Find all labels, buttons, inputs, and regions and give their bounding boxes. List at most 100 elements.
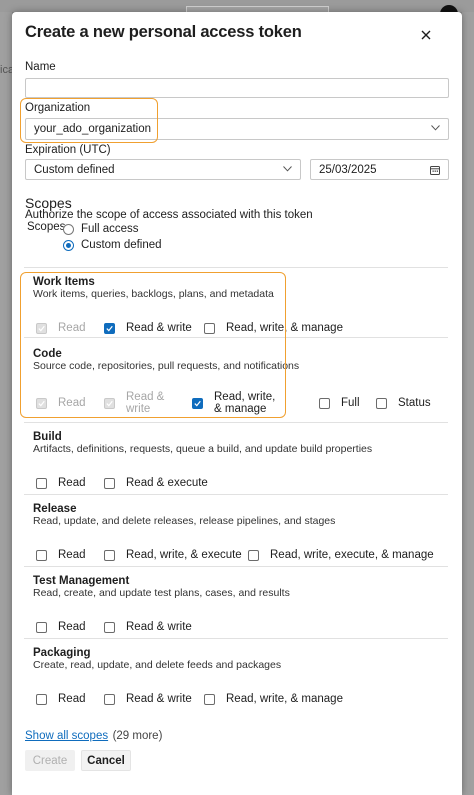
option-label: Read: [58, 549, 86, 561]
checkbox[interactable]: [204, 322, 215, 334]
section-description-work-items: Work items, queries, backlogs, plans, an…: [33, 288, 274, 300]
divider: [24, 267, 448, 268]
expiration-date-field[interactable]: 25/03/2025: [310, 159, 449, 180]
divider: [24, 422, 448, 423]
option-label: Full: [341, 397, 360, 409]
checkbox-checked[interactable]: [192, 397, 203, 409]
checkbox[interactable]: [104, 549, 115, 561]
option-label: Read: [58, 477, 86, 489]
radio-full-access[interactable]: Full access: [63, 223, 139, 235]
radio-label: Full access: [81, 223, 139, 235]
cancel-button[interactable]: Cancel: [81, 750, 131, 771]
chevron-down-icon: [283, 165, 292, 172]
create-button[interactable]: Create: [25, 750, 75, 771]
build-option-read-execute[interactable]: Read & execute: [104, 477, 208, 489]
release-option-read[interactable]: Read: [36, 549, 86, 561]
calendar-icon[interactable]: [430, 165, 440, 175]
section-description-packaging: Create, read, update, and delete feeds a…: [33, 659, 282, 671]
option-label: Status: [398, 397, 431, 409]
divider: [24, 337, 448, 338]
option-label: Read, write, & manage: [226, 693, 343, 705]
code-option-read-write-manage[interactable]: Read, write, & manage: [192, 391, 284, 415]
checkbox[interactable]: [104, 477, 115, 489]
checkbox[interactable]: [204, 693, 215, 705]
packaging-option-read-write-manage[interactable]: Read, write, & manage: [204, 693, 343, 705]
option-label: Read: [58, 397, 86, 409]
option-label: Read: [58, 621, 86, 633]
section-description-code: Source code, repositories, pull requests…: [33, 360, 300, 372]
organization-label: Organization: [25, 102, 91, 114]
work-items-option-read: Read: [36, 322, 86, 334]
radio-button[interactable]: [63, 223, 74, 235]
option-label: Read, write, & manage: [226, 322, 343, 334]
option-label: Read, write, & execute: [126, 549, 242, 561]
checkbox-checked: [36, 322, 47, 334]
expiration-date-value: 25/03/2025: [319, 163, 377, 176]
section-description-test-management: Read, create, and update test plans, cas…: [33, 587, 290, 599]
option-label: Read & execute: [126, 477, 208, 489]
scopes-label: Scopes: [27, 221, 66, 233]
divider: [24, 494, 448, 495]
code-option-status[interactable]: Status: [376, 397, 431, 409]
section-title-code: Code: [33, 348, 62, 360]
option-label: Read & write: [126, 693, 192, 705]
option-label: Read, write, execute, & manage: [270, 549, 434, 561]
create-token-dialog: Create a new personal access token Name …: [12, 12, 462, 795]
test-management-option-read[interactable]: Read: [36, 621, 86, 633]
expiration-label: Expiration (UTC): [25, 144, 111, 156]
work-items-option-read-write-manage[interactable]: Read, write, & manage: [204, 322, 343, 334]
checkbox-checked: [36, 397, 47, 409]
organization-value: your_ado_organization: [34, 123, 152, 135]
dialog-title: Create a new personal access token: [25, 23, 302, 41]
checkbox[interactable]: [248, 549, 259, 561]
chevron-down-icon: [431, 125, 440, 131]
name-label: Name: [25, 61, 56, 73]
background-left: ica: [0, 12, 14, 795]
name-field[interactable]: [25, 78, 449, 98]
test-management-option-read-write[interactable]: Read & write: [104, 621, 192, 633]
divider: [24, 566, 448, 567]
section-title-release: Release: [33, 503, 77, 515]
show-all-scopes[interactable]: Show all scopes (29 more): [25, 726, 162, 744]
checkbox[interactable]: [104, 693, 115, 705]
option-label: Read, write, & manage: [214, 391, 276, 415]
checkbox[interactable]: [36, 549, 47, 561]
show-all-scopes-link[interactable]: Show all scopes: [25, 730, 108, 742]
option-label: Read: [58, 322, 86, 334]
radio-custom-defined[interactable]: Custom defined: [63, 239, 162, 251]
code-option-read-write: Read & write: [104, 391, 168, 415]
release-option-read-write-execute-manage[interactable]: Read, write, execute, & manage: [248, 549, 434, 561]
radio-label: Custom defined: [81, 239, 162, 251]
background-right: [462, 12, 474, 795]
close-icon[interactable]: [419, 28, 433, 42]
checkbox[interactable]: [319, 397, 330, 409]
section-title-work-items: Work Items: [33, 276, 95, 288]
packaging-option-read-write[interactable]: Read & write: [104, 693, 192, 705]
code-option-full[interactable]: Full: [319, 397, 360, 409]
checkbox-checked[interactable]: [104, 322, 115, 334]
checkbox[interactable]: [36, 621, 47, 633]
option-label: Read & write: [126, 391, 165, 415]
section-title-build: Build: [33, 431, 62, 443]
section-title-test-management: Test Management: [33, 575, 130, 587]
section-description-release: Read, update, and delete releases, relea…: [33, 515, 336, 527]
organization-dropdown[interactable]: your_ado_organization: [25, 118, 449, 140]
packaging-option-read[interactable]: Read: [36, 693, 86, 705]
checkbox-checked: [104, 397, 115, 409]
checkbox[interactable]: [36, 477, 47, 489]
checkbox[interactable]: [376, 397, 387, 409]
option-label: Read & write: [126, 322, 192, 334]
radio-button-selected[interactable]: [63, 239, 74, 251]
option-label: Read & write: [126, 621, 192, 633]
checkbox[interactable]: [36, 693, 47, 705]
work-items-option-read-write[interactable]: Read & write: [104, 322, 192, 334]
build-option-read[interactable]: Read: [36, 477, 86, 489]
scopes-subtitle: Authorize the scope of access associated…: [25, 209, 313, 221]
release-option-read-write-execute[interactable]: Read, write, & execute: [104, 549, 242, 561]
expiration-value: Custom defined: [34, 163, 115, 176]
checkbox[interactable]: [104, 621, 115, 633]
section-description-build: Artifacts, definitions, requests, queue …: [33, 443, 373, 455]
divider: [24, 638, 448, 639]
expiration-dropdown[interactable]: Custom defined: [25, 159, 301, 180]
option-label: Read: [58, 693, 86, 705]
